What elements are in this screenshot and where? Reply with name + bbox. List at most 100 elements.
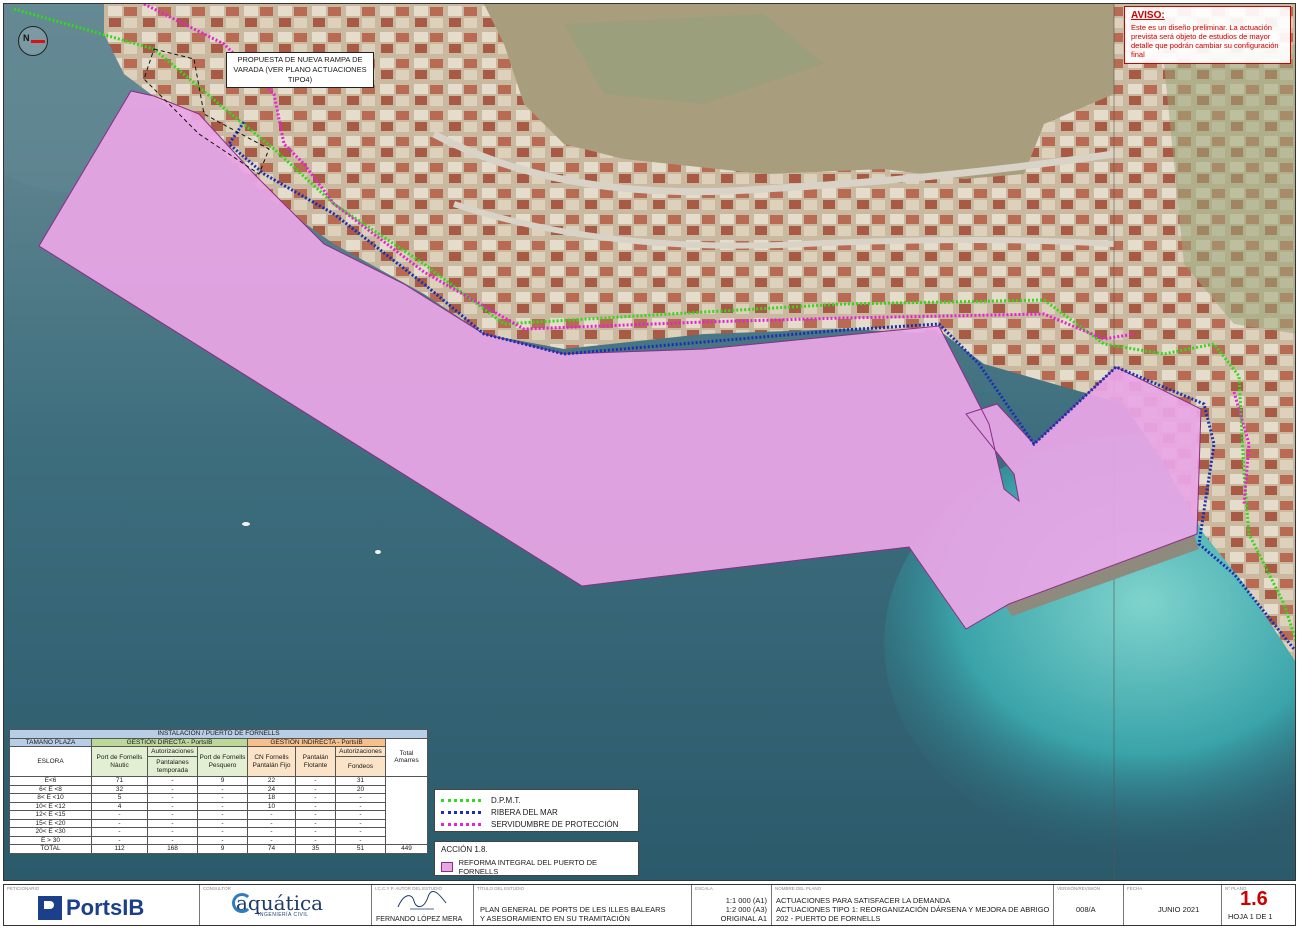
row-nautico: 5 — [91, 793, 148, 803]
tb-estudio: TÍTULO DEL ESTUDIO PLAN GENERAL DE PORTS… — [474, 885, 692, 925]
row-temporada: - — [147, 810, 198, 820]
tb-numero: Nº PLANO 1.6 HOJA 1 DE 1 — [1222, 885, 1295, 925]
row-temporada: - — [147, 835, 198, 845]
table-title: INSTALACIÓN / PUERTO DE FORNELLS — [9, 729, 428, 739]
row-cn: - — [247, 818, 296, 828]
north-pointer — [31, 40, 45, 43]
title-block: PETICIONARIO PortsIB CONSULTOR aquática … — [3, 884, 1296, 926]
total-size: TOTAL — [9, 844, 92, 854]
escala-a1: 1:1 000 (A1) — [725, 896, 767, 905]
table-row: 12< E <15- - - - - - — [9, 810, 428, 820]
tb-label: ESCALA — [695, 886, 713, 891]
action-title: ACCIÓN 1.8. — [441, 845, 488, 854]
boat — [242, 522, 250, 526]
row-flotante: - — [295, 835, 336, 845]
version-value: 008/A — [1076, 905, 1096, 914]
tb-label: VERSIÓN/REVISIÓN — [1057, 886, 1101, 891]
row-fondeos: - — [335, 793, 386, 803]
row-cn: 18 — [247, 793, 296, 803]
plano-number: 1.6 — [1240, 888, 1268, 910]
table-row: E<6 71-9 22-31 — [9, 776, 428, 845]
row-nautico: - — [91, 827, 148, 837]
warning-title: AVISO: — [1131, 10, 1165, 21]
row-nautico: - — [91, 818, 148, 828]
legend-label: D.P.M.T. — [491, 795, 521, 805]
row-pesquero: - — [197, 793, 248, 803]
total-pesquero: 9 — [197, 844, 248, 854]
eslora-header: ESLORA — [9, 746, 92, 777]
table-row: 15< E <20- - - - - - — [9, 818, 428, 828]
row-temporada: - — [147, 801, 198, 811]
row-nautico: 32 — [91, 784, 148, 794]
aquatica-wave-icon — [232, 893, 252, 913]
tb-escala: ESCALA 1:1 000 (A1) 1:2 000 (A3) ORIGINA… — [692, 885, 772, 925]
tb-label: TÍTULO DEL ESTUDIO — [477, 886, 525, 891]
row-fondeos: 31 — [335, 776, 386, 786]
table-row: 6< E <8 32- -24-20 — [9, 784, 428, 794]
fondeos-header: Fondeos — [335, 756, 386, 777]
flotante-header: Pantalán Flotante — [295, 746, 336, 777]
group-indirect-header: GESTIÓN INDIRECTA - PortsIB — [247, 737, 386, 747]
row-pesquero: - — [197, 835, 248, 845]
nautico-header: Port de Fornells Nàutic — [91, 746, 148, 777]
autorizaciones-indirect-header: Autorizaciones — [335, 745, 386, 758]
row-flotante: - — [295, 776, 336, 786]
row-temporada: - — [147, 784, 198, 794]
row-nautico: 71 — [91, 776, 148, 786]
row-nautico: 4 — [91, 801, 148, 811]
ribera-swatch — [441, 810, 481, 814]
row-temporada: - — [147, 776, 198, 786]
table-row: 8< E <10 5- -18- - — [9, 793, 428, 803]
total-nautico: 112 — [91, 844, 148, 854]
tb-label: CONSULTOR — [203, 886, 231, 891]
legend-label: RIBERA DEL MAR — [491, 807, 558, 817]
moorings-table: INSTALACIÓN / PUERTO DE FORNELLS TAMAÑO … — [9, 729, 428, 854]
row-pesquero: - — [197, 801, 248, 811]
row-size: 12< E <15 — [9, 810, 92, 820]
col-size-header: TAMAÑO PLAZA — [9, 737, 92, 747]
row-fondeos: - — [335, 801, 386, 811]
action-row: REFORMA INTEGRAL DEL PUERTO DE FORNELLS — [441, 858, 632, 876]
servidumbre-swatch — [441, 822, 481, 826]
estudio-line-2: Y ASESORAMIENTO EN SU TRAMITACIÓN — [480, 914, 630, 923]
row-fondeos: - — [335, 818, 386, 828]
tb-label: FECHA — [1127, 886, 1143, 891]
pesquero-header: Port de Fornells Pesquero — [197, 746, 248, 777]
row-size: E > 30 — [9, 835, 92, 845]
table-body: E<6 71-9 22-31 6< E <8 32- -24-20 8< E <10 5- -1… — [9, 776, 428, 854]
portsib-logo-text: PortsIB — [66, 895, 145, 920]
total-fondeos: 51 — [335, 844, 386, 854]
table-row: E > 30- - - - - - — [9, 835, 428, 845]
warning-box: AVISO: Este es un diseño preliminar. La … — [1124, 6, 1291, 64]
row-fondeos: - — [335, 835, 386, 845]
row-cn: 24 — [247, 784, 296, 794]
table-row: 10< E <12 4- -10- - — [9, 801, 428, 811]
group-direct-header: GESTIÓN DIRECTA - PortsIB — [91, 737, 248, 747]
row-size: 6< E <8 — [9, 784, 92, 794]
plano-line-2: ACTUACIONES TIPO 1: REORGANIZACIÓN DÁRSE… — [776, 905, 1050, 914]
row-flotante: - — [295, 810, 336, 820]
table-total-row: TOTAL 112 168 9 74 35 51 449 — [9, 844, 428, 854]
fecha-value: JUNIO 2021 — [1158, 905, 1200, 914]
row-size: 15< E <20 — [9, 818, 92, 828]
cn-header: CN Fornells Pantalán Fijo — [247, 746, 296, 777]
row-flotante: - — [295, 784, 336, 794]
row-flotante: - — [295, 793, 336, 803]
row-pesquero: - — [197, 810, 248, 820]
row-cn: 22 — [247, 776, 296, 786]
reform-swatch — [441, 862, 453, 872]
action-label: REFORMA INTEGRAL DEL PUERTO DE FORNELLS — [458, 858, 597, 876]
escala-original: ORIGINAL A1 — [720, 914, 767, 923]
row-size: 8< E <10 — [9, 793, 92, 803]
row-pesquero: - — [197, 784, 248, 794]
tb-plano: NOMBRE DEL PLANO ACTUACIONES PARA SATISF… — [772, 885, 1054, 925]
autor-name: FERNANDO LÓPEZ MERA — [376, 916, 463, 923]
autorizaciones-header: Autorizaciones — [147, 745, 198, 758]
row-nautico: - — [91, 810, 148, 820]
row-pesquero: - — [197, 827, 248, 837]
legend-item-dpmt: D.P.M.T. — [441, 794, 632, 806]
aquatica-logo: aquática INGENIERÍA CIVIL — [232, 891, 323, 918]
legend-item-ribera: RIBERA DEL MAR — [441, 806, 632, 818]
row-cn: - — [247, 835, 296, 845]
hoja-value: HOJA 1 DE 1 — [1228, 912, 1273, 921]
